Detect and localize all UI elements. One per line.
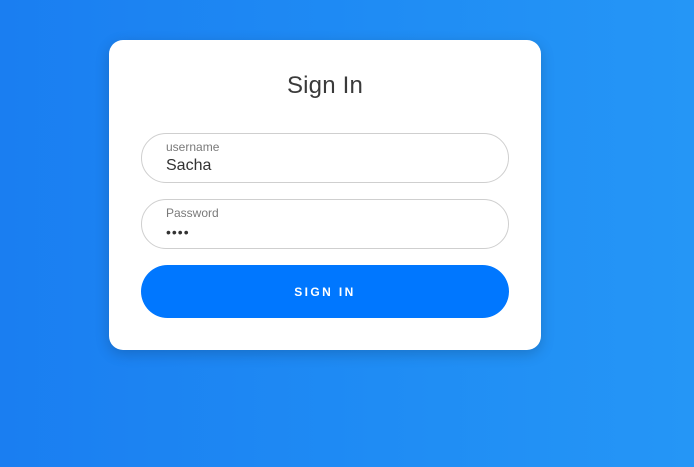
password-label: Password	[166, 206, 219, 220]
sign-in-card: Sign In username Password SIGN IN	[109, 40, 541, 350]
password-field[interactable]: Password	[141, 199, 509, 249]
username-label: username	[166, 140, 220, 154]
username-input[interactable]	[166, 156, 486, 176]
page-title: Sign In	[286, 72, 364, 99]
password-input[interactable]	[166, 222, 486, 242]
username-field[interactable]: username	[141, 133, 509, 183]
sign-in-button[interactable]: SIGN IN	[141, 265, 509, 318]
